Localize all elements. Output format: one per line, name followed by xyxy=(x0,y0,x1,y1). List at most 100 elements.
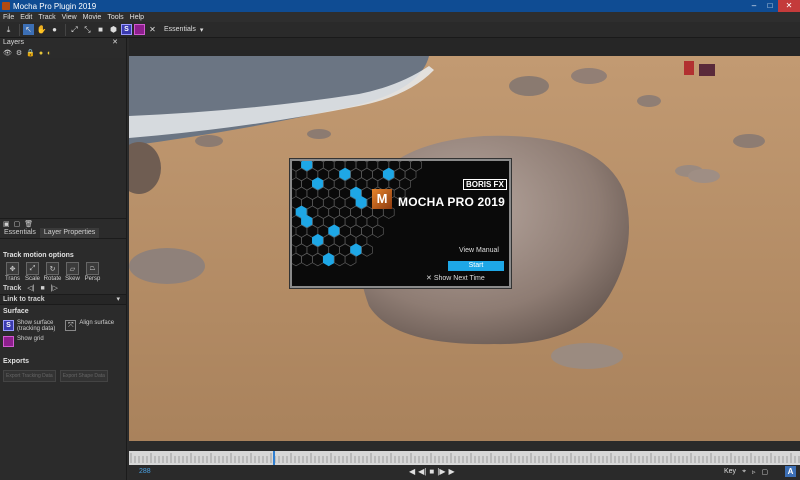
new-folder-icon[interactable]: ▣ xyxy=(3,220,10,228)
window-title: Mocha Pro Plugin 2019 xyxy=(13,1,97,11)
workspace-select[interactable]: Essentials xyxy=(164,26,196,33)
show-surface-text: Show surface (tracking data) xyxy=(17,320,55,332)
play-backward-icon[interactable]: ◀ xyxy=(409,467,415,476)
playback-controls: ◀ ◀| ■ |▶ ▶ xyxy=(409,467,458,476)
show-next-time-checkbox[interactable]: ✕ Show Next Time xyxy=(426,274,485,282)
current-frame[interactable]: 288 xyxy=(139,468,151,475)
eye-icon[interactable]: 👁 xyxy=(3,49,12,57)
scale-icon: ⤢ xyxy=(26,262,39,275)
menu-tools[interactable]: Tools xyxy=(107,14,123,21)
hex-cell xyxy=(410,161,422,172)
menu-help[interactable]: Help xyxy=(130,14,144,21)
auto-key-icon[interactable]: A xyxy=(785,466,796,477)
bezier-tool-icon[interactable]: ⤡ xyxy=(82,24,93,35)
key-toggle-icon[interactable]: ▢ xyxy=(762,468,769,476)
hex-pattern xyxy=(292,161,422,267)
track-forward-icon[interactable]: |▷ xyxy=(51,284,58,292)
export-shape-button[interactable]: Export Shape Data xyxy=(59,370,108,382)
hex-cell xyxy=(292,233,302,248)
timeline-ruler[interactable] xyxy=(129,451,800,465)
key-label: Key xyxy=(724,468,737,475)
corner-pin-icon[interactable]: ✕ xyxy=(147,24,158,35)
color-swatch-icon[interactable]: ● xyxy=(39,50,43,57)
key-add-icon[interactable]: ⌖ xyxy=(742,468,746,476)
matte-icon[interactable]: ◐ xyxy=(47,50,51,57)
surface-tool-icon[interactable]: S xyxy=(121,24,132,35)
menu-view[interactable]: View xyxy=(62,14,77,21)
export-buttons: Export Tracking Data Export Shape Data xyxy=(0,368,126,384)
duplicate-layer-icon[interactable]: ▢ xyxy=(14,220,21,228)
layers-close-icon[interactable]: ✕ xyxy=(112,38,118,48)
align-surface-label[interactable]: Align surface xyxy=(79,320,114,326)
layers-panel-header: Layers ✕ xyxy=(0,38,126,48)
tab-layer-properties[interactable]: Layer Properties xyxy=(39,228,100,238)
lock-icon[interactable]: 🔒 xyxy=(26,49,35,57)
hex-cell xyxy=(372,224,384,238)
stop-track-icon[interactable]: ■ xyxy=(41,285,45,292)
menu-file[interactable]: File xyxy=(3,14,14,21)
show-grid-label: Show grid xyxy=(17,336,44,342)
perspective-icon: ⏢ xyxy=(86,262,99,275)
title-bar: Mocha Pro Plugin 2019 – □ ✕ xyxy=(0,0,800,12)
start-button[interactable]: Start xyxy=(448,261,504,271)
hex-cell xyxy=(322,252,335,267)
motion-label: Scale xyxy=(24,276,40,282)
align-surface-icon[interactable]: ⤧ xyxy=(65,320,77,331)
menu-track[interactable]: Track xyxy=(38,14,55,21)
motion-persp[interactable]: ⏢ Persp xyxy=(83,262,102,282)
playhead[interactable] xyxy=(273,451,275,465)
track-backward-icon[interactable]: ◁| xyxy=(27,284,34,292)
motion-skew[interactable]: ▱ Skew xyxy=(63,262,82,282)
product-title: MOCHA PRO 2019 xyxy=(398,195,506,209)
export-tracking-button[interactable]: Export Tracking Data xyxy=(3,370,56,382)
hex-cell xyxy=(292,177,302,191)
surface-options: S Show surface (tracking data) ⤧ Align s… xyxy=(0,318,126,334)
motion-rotate[interactable]: ↻ Rotate xyxy=(43,262,62,282)
step-back-icon[interactable]: ◀| xyxy=(418,467,426,476)
left-panel: Layers ✕ 👁 ⚙ 🔒 ● ◐ ▣ ▢ 🗑 Essentials Laye… xyxy=(0,38,127,480)
step-forward-icon[interactable]: |▶ xyxy=(437,467,445,476)
hex-cell xyxy=(399,161,411,172)
move-icon: ✥ xyxy=(6,262,19,275)
gear-icon[interactable]: ⚙ xyxy=(16,49,22,57)
ellipse-tool-icon[interactable]: ⬢ xyxy=(108,24,119,35)
viewer-toolbar xyxy=(129,38,800,56)
close-button[interactable]: ✕ xyxy=(778,0,800,12)
stop-icon[interactable]: ■ xyxy=(429,467,434,476)
motion-label: Persp xyxy=(84,276,101,282)
link-to-track-label: Link to track xyxy=(3,296,45,303)
save-icon[interactable]: ⤓ xyxy=(3,24,14,35)
minimize-button[interactable]: – xyxy=(746,0,762,12)
mocha-logo-icon: M xyxy=(372,189,392,209)
show-surface-toggle[interactable]: S xyxy=(3,320,14,331)
menu-edit[interactable]: Edit xyxy=(20,14,32,21)
chevron-down-icon[interactable]: ▾ xyxy=(200,26,204,34)
view-manual-link[interactable]: View Manual xyxy=(459,247,499,254)
boris-fx-logo: BORIS FX xyxy=(463,179,507,190)
rectangle-tool-icon[interactable]: ■ xyxy=(95,24,106,35)
hex-cell xyxy=(312,252,324,267)
xspline-tool-icon[interactable]: ⤢ xyxy=(69,24,80,35)
motion-scale[interactable]: ⤢ Scale xyxy=(23,262,42,282)
link-to-track-dropdown[interactable]: Link to track ▾ xyxy=(0,294,126,305)
maximize-button[interactable]: □ xyxy=(762,0,778,12)
zoom-icon[interactable]: ● xyxy=(49,24,60,35)
select-tool-icon[interactable]: ↖ xyxy=(23,24,34,35)
tab-essentials[interactable]: Essentials xyxy=(0,228,40,238)
toolbar-divider xyxy=(65,23,66,36)
menu-bar: File Edit Track View Movie Tools Help xyxy=(0,12,800,22)
show-grid-toggle[interactable] xyxy=(3,336,14,347)
rotate-icon: ↻ xyxy=(46,262,59,275)
trash-icon[interactable]: 🗑 xyxy=(24,220,33,228)
hex-cell xyxy=(301,252,313,267)
key-navigate-icon[interactable]: ▹ xyxy=(752,468,756,476)
layers-title: Layers xyxy=(3,39,25,46)
timeline-panel: 288 ◀ ◀| ■ |▶ ▶ Key ⌖ ▹ ▢ A xyxy=(129,441,800,480)
play-forward-icon[interactable]: ▶ xyxy=(448,467,454,476)
layers-list[interactable] xyxy=(0,58,126,218)
track-motion-heading: Track motion options xyxy=(3,252,74,259)
motion-trans[interactable]: ✥ Trans xyxy=(3,262,22,282)
grid-tool-icon[interactable] xyxy=(134,24,145,35)
pan-hand-icon[interactable]: ✋ xyxy=(36,24,47,35)
menu-movie[interactable]: Movie xyxy=(83,14,102,21)
